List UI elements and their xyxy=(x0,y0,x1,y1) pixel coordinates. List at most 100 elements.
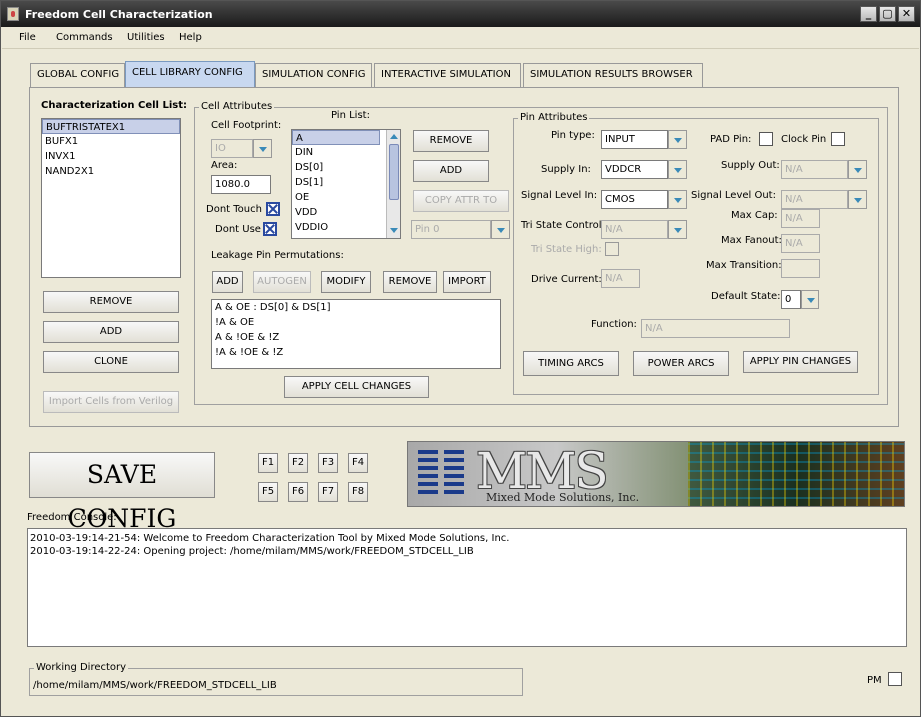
chevron-down-icon[interactable] xyxy=(801,290,819,309)
pin-list-item[interactable]: DS[1] xyxy=(292,175,400,190)
signal-level-in-label: Signal Level In: xyxy=(521,190,598,201)
dont-touch-checkbox[interactable] xyxy=(266,202,280,216)
dont-use-checkbox[interactable] xyxy=(263,222,277,236)
tri-state-control-select[interactable]: N/A xyxy=(601,220,687,239)
f4-button[interactable]: F4 xyxy=(348,453,368,473)
supply-in-select[interactable]: VDDCR xyxy=(601,160,687,179)
leakage-item[interactable]: A & !OE & !Z xyxy=(212,330,500,345)
max-transition-label: Max Transition: xyxy=(706,260,782,271)
tab-simulation-config[interactable]: SIMULATION CONFIG xyxy=(255,63,372,87)
f2-button[interactable]: F2 xyxy=(288,453,308,473)
pin-list-item[interactable]: DIN xyxy=(292,145,400,160)
remove-pin-button[interactable]: REMOVE xyxy=(413,130,489,152)
timing-arcs-button[interactable]: TIMING ARCS xyxy=(523,351,619,376)
pad-pin-label: PAD Pin: xyxy=(710,134,752,145)
pin-list-scrollbar[interactable] xyxy=(386,130,400,238)
remove-cell-button[interactable]: REMOVE xyxy=(43,291,179,313)
max-transition-field[interactable] xyxy=(781,259,820,278)
f6-button[interactable]: F6 xyxy=(288,482,308,502)
chevron-down-icon[interactable] xyxy=(848,190,867,209)
cell-list-item[interactable]: BUFX1 xyxy=(42,134,180,149)
apply-cell-changes-button[interactable]: APPLY CELL CHANGES xyxy=(284,376,429,398)
leakage-item[interactable]: !A & OE xyxy=(212,315,500,330)
import-verilog-button[interactable]: Import Cells from Verilog xyxy=(43,391,179,413)
tab-global-config[interactable]: GLOBAL CONFIG xyxy=(30,63,125,87)
max-fanout-field[interactable]: N/A xyxy=(781,234,820,253)
f3-button[interactable]: F3 xyxy=(318,453,338,473)
tab-simulation-results-browser[interactable]: SIMULATION RESULTS BROWSER xyxy=(523,63,703,87)
tri-state-high-checkbox[interactable] xyxy=(605,242,619,256)
function-field[interactable]: N/A xyxy=(641,319,790,338)
leakage-import-button[interactable]: IMPORT xyxy=(443,271,491,293)
minimize-button[interactable]: _ xyxy=(860,6,877,22)
pin-type-select[interactable]: INPUT xyxy=(601,130,687,149)
clock-pin-checkbox[interactable] xyxy=(831,132,845,146)
scroll-thumb[interactable] xyxy=(389,144,399,200)
tab-interactive-simulation[interactable]: INTERACTIVE SIMULATION xyxy=(374,63,521,87)
f7-button[interactable]: F7 xyxy=(318,482,338,502)
cell-footprint-value: IO xyxy=(215,143,226,154)
pm-checkbox[interactable] xyxy=(888,672,902,686)
signal-level-in-select[interactable]: CMOS xyxy=(601,190,687,209)
leakage-remove-button[interactable]: REMOVE xyxy=(383,271,437,293)
leakage-item[interactable]: A & OE : DS[0] & DS[1] xyxy=(212,300,500,315)
leakage-modify-button[interactable]: MODIFY xyxy=(321,271,371,293)
cell-list-item[interactable]: BUFTRISTATEX1 xyxy=(42,119,180,134)
menu-utilities[interactable]: Utilities xyxy=(127,32,165,43)
chevron-down-icon[interactable] xyxy=(491,220,510,239)
copy-target-select[interactable]: Pin 0 xyxy=(411,220,510,239)
pin-list-item[interactable]: A xyxy=(292,130,380,145)
console-line: 2010-03-19:14-22-24: Opening project: /h… xyxy=(30,546,474,557)
tab-cell-library-config[interactable]: CELL LIBRARY CONFIG xyxy=(125,61,255,88)
default-state-select[interactable]: 0 xyxy=(781,290,819,309)
clone-cell-button[interactable]: CLONE xyxy=(43,351,179,373)
menu-bar: File Commands Utilities Help xyxy=(2,27,919,49)
default-state-value: 0 xyxy=(785,294,792,305)
close-button[interactable]: ✕ xyxy=(898,6,915,22)
chevron-down-icon[interactable] xyxy=(668,130,687,149)
menu-file[interactable]: File xyxy=(19,32,36,43)
area-field[interactable]: 1080.0 xyxy=(211,175,271,194)
maximize-button[interactable]: ▢ xyxy=(879,6,896,22)
mms-logo-banner: MMS Mixed Mode Solutions, Inc. xyxy=(407,441,905,507)
pin-list-item[interactable]: DS[0] xyxy=(292,160,400,175)
scroll-up-icon[interactable] xyxy=(388,131,400,143)
leakage-list[interactable]: A & OE : DS[0] & DS[1] !A & OE A & !OE &… xyxy=(211,299,501,369)
chevron-down-icon[interactable] xyxy=(668,220,687,239)
leakage-add-button[interactable]: ADD xyxy=(212,271,243,293)
f1-button[interactable]: F1 xyxy=(258,453,278,473)
add-pin-button[interactable]: ADD xyxy=(413,160,489,182)
leakage-autogen-button[interactable]: AUTOGEN xyxy=(253,271,311,293)
power-arcs-button[interactable]: POWER ARCS xyxy=(633,351,729,376)
save-config-button[interactable]: SAVE CONFIG xyxy=(29,452,215,533)
scroll-down-icon[interactable] xyxy=(388,224,400,236)
menu-help[interactable]: Help xyxy=(179,32,202,43)
freedom-console[interactable]: 2010-03-19:14-21-54: Welcome to Freedom … xyxy=(27,528,907,647)
signal-level-out-select[interactable]: N/A xyxy=(781,190,867,209)
menu-commands[interactable]: Commands xyxy=(56,32,113,43)
cell-list-item[interactable]: INVX1 xyxy=(42,149,180,164)
drive-current-label: Drive Current: xyxy=(531,274,602,285)
supply-out-select[interactable]: N/A xyxy=(781,160,867,179)
cell-list[interactable]: BUFTRISTATEX1 BUFX1 INVX1 NAND2X1 xyxy=(41,118,181,278)
f8-button[interactable]: F8 xyxy=(348,482,368,502)
pad-pin-checkbox[interactable] xyxy=(759,132,773,146)
max-cap-field[interactable]: N/A xyxy=(781,209,820,228)
apply-pin-changes-button[interactable]: APPLY PIN CHANGES xyxy=(743,351,858,373)
pin-list-item[interactable]: VDDIO xyxy=(292,220,400,235)
copy-attr-button[interactable]: COPY ATTR TO xyxy=(413,190,509,212)
pin-list-item[interactable]: VDD xyxy=(292,205,400,220)
cell-footprint-select[interactable]: IO xyxy=(211,139,272,158)
cell-list-item[interactable]: NAND2X1 xyxy=(42,164,180,179)
add-cell-button[interactable]: ADD xyxy=(43,321,179,343)
chevron-down-icon[interactable] xyxy=(253,139,272,158)
chevron-down-icon[interactable] xyxy=(668,160,687,179)
pin-list[interactable]: A DIN DS[0] DS[1] OE VDD VDDIO xyxy=(291,129,401,239)
max-fanout-label: Max Fanout: xyxy=(721,235,782,246)
chevron-down-icon[interactable] xyxy=(848,160,867,179)
chevron-down-icon[interactable] xyxy=(668,190,687,209)
f5-button[interactable]: F5 xyxy=(258,482,278,502)
pin-list-item[interactable]: OE xyxy=(292,190,400,205)
leakage-item[interactable]: !A & !OE & !Z xyxy=(212,345,500,360)
drive-current-field[interactable]: N/A xyxy=(601,269,640,288)
